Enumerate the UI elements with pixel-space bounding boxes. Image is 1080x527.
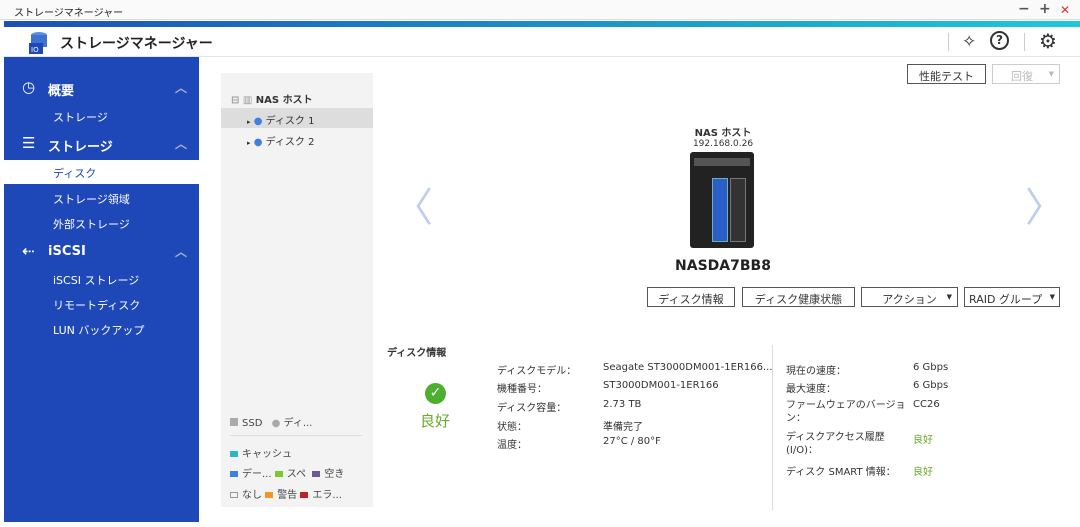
legend-row-3: なし 警告 エラ... — [230, 486, 342, 501]
disk-info-button[interactable]: ディスク情報 — [647, 287, 735, 307]
check-circle-icon: ✓ — [425, 383, 446, 404]
database-icon: ☰ — [22, 134, 36, 152]
disk-health-button[interactable]: ディスク健康状態 — [742, 287, 855, 307]
legend-disk-types: SSD ● ディ... — [230, 414, 312, 429]
label-temperature: 温度： — [497, 440, 527, 451]
sidebar-section-storage[interactable]: ☰ ストレージ ︿ — [4, 131, 199, 157]
value-max-speed: 6 Gbps — [913, 380, 949, 391]
label-firmware: ファームウェアのバージョン： — [786, 400, 906, 424]
app-header: IO ストレージマネージャー ✧ ? ⚙ — [4, 27, 1080, 57]
label-max-speed: 最大速度： — [786, 384, 836, 395]
raid-group-dropdown[interactable]: RAID グループ ▼ — [964, 287, 1060, 307]
divider — [772, 345, 773, 510]
prev-arrow-icon[interactable]: 〈 — [393, 175, 433, 233]
label-capacity: ディスク容量： — [497, 403, 567, 414]
label-current-speed: 現在の速度： — [786, 366, 846, 377]
sidebar-section-overview[interactable]: ◷ 概要 ︿ — [4, 75, 199, 101]
chevron-up-icon: ︿ — [174, 81, 187, 95]
dashboard-icon: ◷ — [22, 78, 36, 96]
value-model-number: ST3000DM001-1ER166 — [603, 380, 719, 391]
magic-wand-icon[interactable]: ✧ — [962, 32, 976, 52]
next-arrow-icon[interactable]: 〉 — [1025, 175, 1065, 233]
value-smart: 良好 — [913, 467, 933, 478]
device-name: NASDA7BB8 — [675, 258, 771, 274]
recover-dropdown[interactable]: 回復 ▼ — [992, 64, 1060, 84]
sidebar: ◷ 概要 ︿ ストレージ ☰ ストレージ ︿ ディスク ストレージ領域 外部ストレージ … — [4, 57, 199, 522]
value-current-speed: 6 Gbps — [913, 362, 949, 373]
sidebar-item-lun-backup[interactable]: LUN バックアップ — [4, 317, 199, 341]
title-bar: ストレージマネージャー − + ✕ — [0, 0, 1080, 20]
app-title: ストレージマネージャー — [60, 36, 213, 52]
iscsi-icon: ⇠ — [22, 242, 35, 260]
sidebar-section-iscsi[interactable]: ⇠ iSCSI ︿ — [4, 239, 199, 265]
window-title: ストレージマネージャー — [14, 8, 124, 19]
performance-test-button[interactable]: 性能テスト — [907, 64, 986, 84]
tree-node-nas-host[interactable]: ⊟ ▥ NAS ホスト — [221, 87, 373, 107]
value-state: 準備完了 — [603, 422, 643, 433]
device-tree: ⊟ ▥ NAS ホスト ▸ ● ディスク 1 ▸ ● ディスク 2 SSD ● … — [221, 73, 373, 507]
storage-manager-logo-icon: IO — [29, 32, 47, 54]
host-ip: 192.168.0.26 — [692, 139, 754, 149]
disk-info-title: ディスク情報 — [387, 348, 447, 359]
action-dropdown[interactable]: アクション ▼ — [861, 287, 958, 307]
label-model: ディスクモデル： — [497, 366, 577, 377]
value-access-history: 良好 — [913, 435, 933, 446]
help-icon[interactable]: ? — [990, 31, 1009, 50]
sidebar-item-remote-disk[interactable]: リモートディスク — [4, 292, 199, 316]
value-temperature: 27°C / 80°F — [603, 436, 661, 447]
gear-icon[interactable]: ⚙ — [1039, 29, 1057, 53]
sidebar-item-storage-overview[interactable]: ストレージ — [4, 104, 199, 128]
chevron-up-icon: ︿ — [174, 245, 187, 259]
maximize-button[interactable]: + — [1039, 1, 1051, 17]
legend-row-2: デー... スペ 空き — [230, 465, 344, 480]
tree-node-disk-1[interactable]: ▸ ● ディスク 1 — [221, 108, 373, 128]
minimize-button[interactable]: − — [1018, 1, 1030, 17]
label-access-history: ディスクアクセス履歴 (I/O)： — [786, 432, 885, 456]
nas-device-image[interactable] — [690, 152, 754, 248]
health-status: 良好 — [419, 412, 450, 430]
tree-node-disk-2[interactable]: ▸ ● ディスク 2 — [221, 129, 373, 149]
value-capacity: 2.73 TB — [603, 399, 642, 410]
sidebar-item-iscsi-storage[interactable]: iSCSI ストレージ — [4, 267, 199, 291]
label-smart: ディスク SMART 情報： — [786, 467, 896, 478]
sidebar-item-disk[interactable]: ディスク — [4, 160, 199, 184]
label-model-number: 機種番号： — [497, 384, 547, 395]
host-label: NAS ホスト — [694, 128, 752, 139]
close-button[interactable]: ✕ — [1060, 3, 1070, 17]
value-model: Seagate ST3000DM001-1ER166... — [603, 362, 773, 373]
sidebar-item-storage-space[interactable]: ストレージ領域 — [4, 186, 199, 210]
sidebar-item-external-storage[interactable]: 外部ストレージ — [4, 211, 199, 235]
legend-cache: キャッシュ — [230, 445, 292, 460]
label-state: 状態： — [497, 422, 527, 433]
svg-text:IO: IO — [31, 46, 39, 54]
value-firmware: CC26 — [913, 399, 940, 410]
chevron-up-icon: ︿ — [174, 137, 187, 151]
